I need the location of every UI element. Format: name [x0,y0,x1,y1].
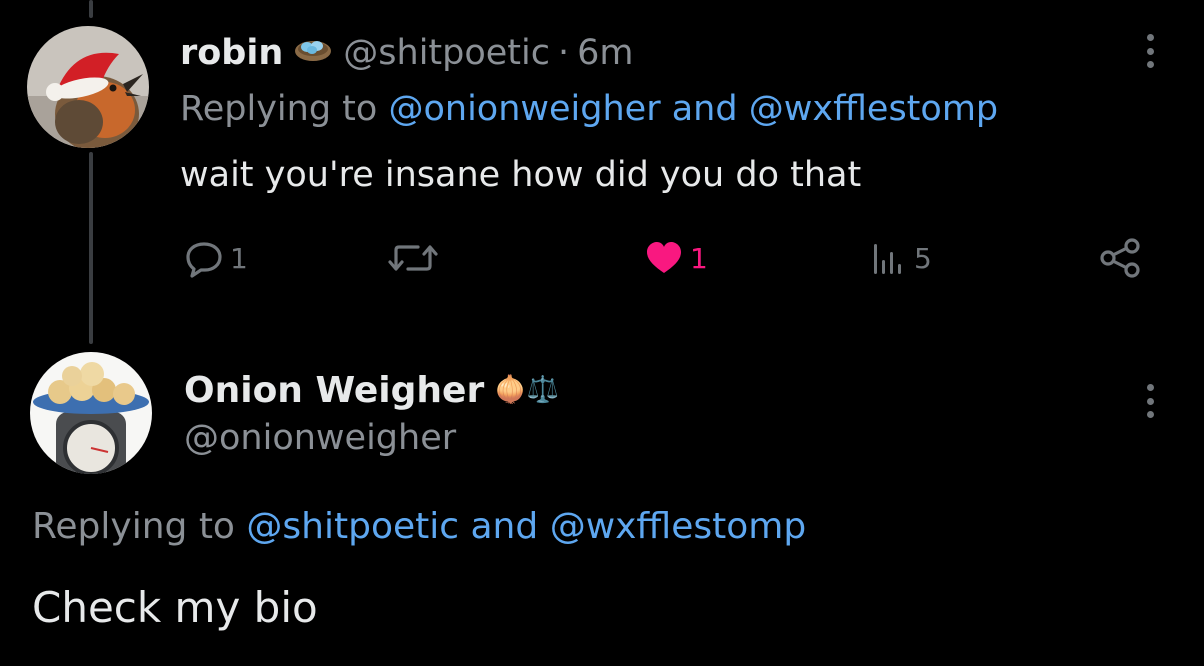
replying-to-label: Replying to [180,89,378,129]
thread-connector [89,152,93,344]
share-icon [1100,238,1140,278]
reply-display-name[interactable]: robin [180,33,283,73]
views-button[interactable]: 5 [868,230,932,286]
reply-actions: 1 1 5 [180,230,1150,286]
more-options-icon[interactable] [1145,34,1155,68]
reply-header: robin @shitpoetic · 6m [180,26,634,80]
mention-wxfflestomp[interactable]: @wxfflestomp [749,89,998,129]
avatar-robin[interactable] [27,26,149,148]
nest-eggs-icon [293,33,333,73]
retweet-button[interactable] [388,230,444,286]
more-options-icon-main[interactable] [1145,384,1155,418]
tweet-thread: robin @shitpoetic · 6m Replying to @onio… [0,0,1204,666]
reply-replying-to: Replying to @onionweigher and @wxfflesto… [180,86,998,132]
name-emoji: 🧅⚖️ [494,375,559,405]
mention-shitpoetic[interactable]: @shitpoetic [246,506,459,547]
onion-scale-avatar-image [30,352,152,474]
main-handle[interactable]: @onionweigher [184,418,456,458]
main-name-row: Onion Weigher 🧅⚖️ [184,362,559,418]
header-separator: · [558,33,570,73]
views-icon [874,244,901,274]
main-replying-to: Replying to @shitpoetic and @wxfflestomp [32,502,806,552]
replying-to-label-main: Replying to [32,506,235,547]
mention-wxfflestomp-main[interactable]: @wxfflestomp [550,506,807,547]
heart-filled-icon [647,242,681,273]
main-tweet-text: Check my bio [32,583,318,632]
like-count: 1 [690,241,708,275]
reply-button[interactable]: 1 [184,230,248,286]
views-count: 5 [914,241,932,275]
mention-onionweigher[interactable]: @onionweigher [388,89,660,129]
main-display-name[interactable]: Onion Weigher [184,370,484,411]
reply-count: 1 [230,241,248,275]
reply-timestamp[interactable]: 6m [577,33,633,73]
share-button[interactable] [1098,230,1142,286]
thread-connector-top [89,0,93,18]
retweet-icon [388,245,438,271]
reply-icon [186,242,222,278]
reply-text: wait you're insane how did you do that [180,155,862,195]
robin-avatar-image [27,26,149,148]
avatar-onionweigher[interactable] [30,352,152,474]
reply-handle[interactable]: @shitpoetic [343,33,550,73]
like-button[interactable]: 1 [644,230,708,286]
replying-and[interactable]: and [672,89,738,129]
replying-and-main[interactable]: and [471,506,539,547]
